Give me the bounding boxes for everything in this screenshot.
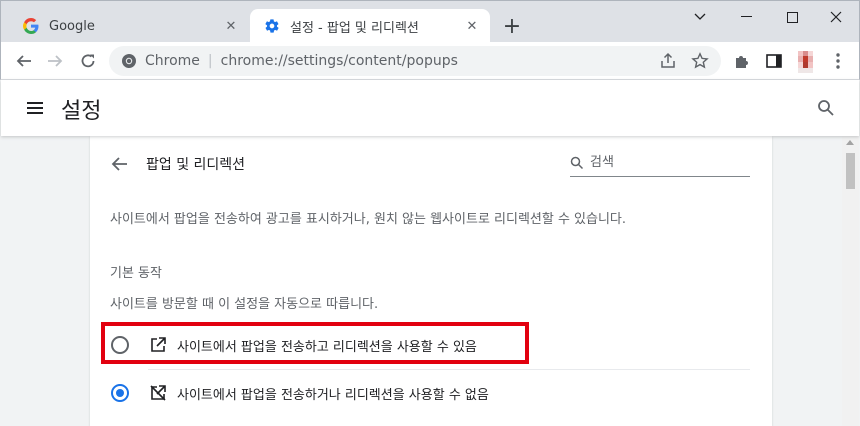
avatar[interactable] — [798, 51, 818, 73]
tab-google[interactable]: Google ✕ — [9, 9, 249, 43]
close-tab-icon[interactable]: ✕ — [462, 16, 482, 36]
tab-search-chevron-icon[interactable] — [677, 3, 723, 31]
close-tab-icon[interactable]: ✕ — [221, 16, 241, 36]
address-bar[interactable]: Chrome | chrome://settings/content/popup… — [109, 46, 721, 76]
page-heading: 팝업 및 리디렉션 — [146, 157, 246, 173]
popups-settings-card: 팝업 및 리디렉션 사이트에서 팝업을 전송하여 광고를 표시하거나, 원치 않… — [90, 136, 772, 426]
scroll-thumb[interactable] — [846, 153, 855, 189]
search-icon[interactable] — [816, 98, 836, 118]
back-icon[interactable] — [10, 47, 38, 75]
highlight-annotation-box — [101, 322, 529, 364]
search-icon — [570, 155, 584, 170]
hamburger-menu-icon[interactable] — [25, 98, 45, 118]
share-icon[interactable] — [659, 52, 677, 74]
chrome-icon — [121, 53, 137, 69]
url-origin: Chrome — [145, 53, 200, 69]
tab-title: 설정 - 팝업 및 리디렉션 — [290, 20, 419, 36]
search-input[interactable] — [590, 151, 740, 173]
scrollbar[interactable] — [842, 136, 859, 426]
forward-icon[interactable] — [41, 47, 69, 75]
section-subtitle: 사이트를 방문할 때 이 설정을 자동으로 따릅니다. — [110, 297, 379, 312]
settings-header: 설정 — [1, 80, 859, 136]
google-g-icon — [23, 18, 39, 34]
back-arrow-icon[interactable] — [110, 154, 130, 174]
tab-settings[interactable]: 설정 - 팝업 및 리디렉션 ✕ — [250, 9, 490, 43]
more-menu-icon[interactable] — [824, 47, 852, 75]
radio-block-popups[interactable] — [111, 384, 129, 402]
maximize-icon[interactable] — [769, 3, 815, 31]
browser-toolbar: Chrome | chrome://settings/content/popup… — [0, 42, 860, 80]
tab-strip: Google ✕ 설정 - 팝업 및 리디렉션 ✕ + — [0, 0, 860, 43]
divider — [148, 369, 750, 370]
section-label: 기본 동작 — [110, 266, 162, 281]
bookmark-star-icon[interactable] — [691, 52, 709, 74]
new-tab-button[interactable]: + — [499, 13, 525, 39]
option-label: 사이트에서 팝업을 전송하거나 리디렉션을 사용할 수 없음 — [177, 387, 489, 403]
url-separator: | — [207, 53, 213, 69]
reload-icon[interactable] — [74, 47, 102, 75]
side-panel-icon[interactable] — [760, 47, 788, 75]
settings-content: 팝업 및 리디렉션 사이트에서 팝업을 전송하여 광고를 표시하거나, 원치 않… — [1, 136, 859, 426]
extensions-puzzle-icon[interactable] — [728, 47, 756, 75]
tab-title: Google — [49, 18, 95, 34]
description-text: 사이트에서 팝업을 전송하여 광고를 표시하거나, 원치 않는 웹사이트로 리디… — [110, 212, 627, 227]
url-text: chrome://settings/content/popups — [220, 53, 458, 69]
settings-search — [570, 150, 750, 177]
popup-blocked-icon — [149, 384, 167, 402]
block-popups-option[interactable]: 사이트에서 팝업을 전송하거나 리디렉션을 사용할 수 없음 — [110, 373, 750, 413]
close-window-icon[interactable] — [813, 3, 859, 31]
scroll-up-arrow-icon[interactable] — [846, 140, 854, 145]
minimize-icon[interactable] — [723, 3, 769, 31]
gear-icon — [264, 18, 280, 34]
page-title: 설정 — [61, 99, 102, 124]
